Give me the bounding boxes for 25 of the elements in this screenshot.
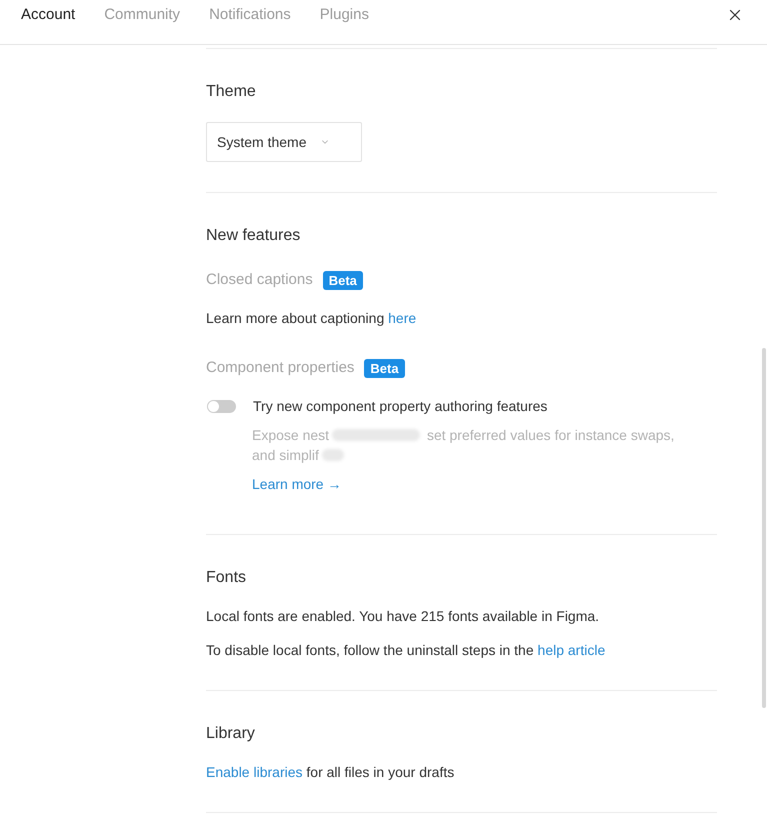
body-text: Enable libraries for all files in your drafts	[206, 763, 456, 782]
body-text: Local fonts are enabled. You have 215 fonts available in Figma.	[206, 607, 600, 626]
beta-badge: Beta	[322, 270, 363, 290]
body-text: Learn more about captioning here	[206, 309, 418, 328]
text-link[interactable]: here	[388, 310, 416, 326]
settings-tab[interactable]: Plugins	[320, 5, 369, 25]
feature-name: Component properties	[206, 358, 354, 378]
settings-tab[interactable]: Community	[104, 5, 180, 25]
section-title: Library	[206, 724, 255, 744]
scrollbar-thumb[interactable]	[762, 348, 766, 708]
section-title: Theme	[206, 82, 256, 102]
settings-tab[interactable]: Notifications	[209, 5, 291, 25]
toggle-switch[interactable]	[207, 400, 236, 412]
feature-name: Closed captions	[206, 270, 313, 290]
learn-more-link[interactable]: Learn more →	[252, 474, 342, 494]
section-title: New features	[206, 226, 300, 246]
beta-badge: Beta	[364, 358, 405, 378]
section-title: Fonts	[206, 568, 246, 588]
body-text: To disable local fonts, follow the uninstall steps in the help article	[206, 641, 606, 660]
text-link[interactable]: help article	[538, 642, 606, 658]
settings-tab[interactable]: Account	[21, 5, 76, 25]
description-text: Expose nest set preferred values for instance swaps, and simplif	[252, 426, 676, 465]
toggle-label: Try new component property authoring features	[253, 397, 548, 416]
text-link[interactable]: Enable libraries	[206, 764, 302, 780]
theme-dropdown[interactable]: System theme	[206, 122, 362, 162]
